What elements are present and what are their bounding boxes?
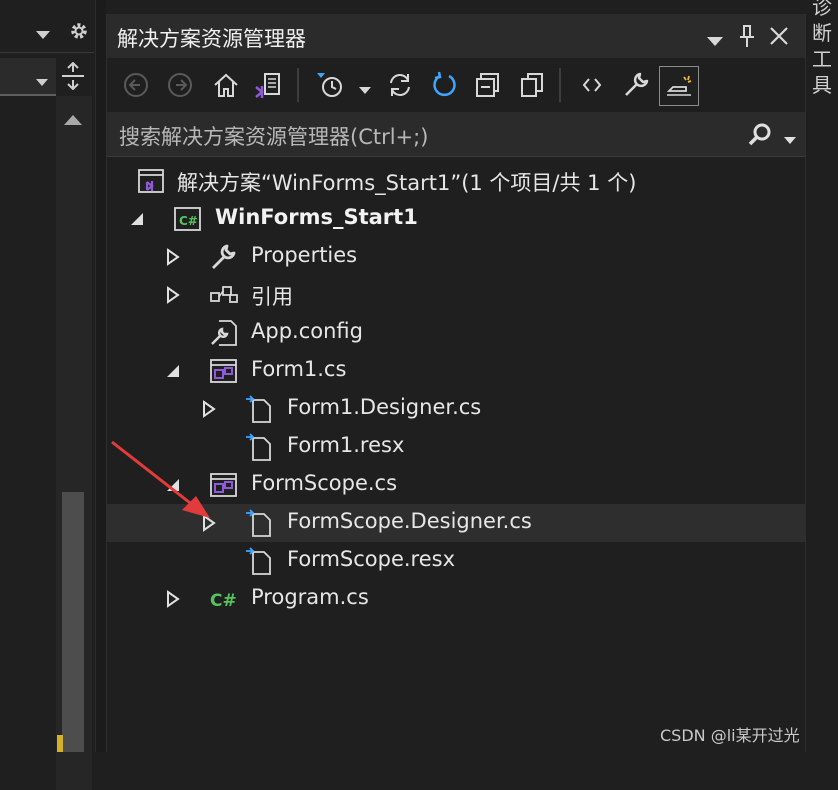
tree-item-project[interactable]: C# WinForms_Start1 [107,200,805,238]
solution-explorer-titlebar: 解决方案资源管理器 [107,14,805,58]
toolbar-separator [559,68,561,102]
left-panel-dropdown[interactable] [0,58,56,96]
diagnostic-tools-tab[interactable]: 诊断工具 [812,0,836,104]
file-icon [245,547,275,575]
collapsed-arrow-icon[interactable] [165,286,181,304]
solution-explorer-search[interactable]: 搜索解决方案资源管理器(Ctrl+;) [107,112,805,157]
change-marker [57,735,63,752]
toolbar-separator [297,68,299,102]
sync-icon [390,74,410,96]
tree-item-properties[interactable]: Properties [107,238,805,276]
svg-text:C#: C# [210,591,237,611]
gear-icon[interactable] [68,20,90,46]
tree-item-solution[interactable]: 解决方案“WinForms_Start1”(1 个项目/共 1 个) [107,162,805,200]
forward-arrow-icon [168,73,192,97]
forward-button[interactable] [161,66,199,104]
tree-item-label: FormScope.Designer.cs [287,509,532,533]
left-panel-header [0,14,94,53]
show-all-files-icon [521,73,543,97]
panel-splitter[interactable] [95,0,106,752]
solution-icon [137,167,167,195]
tree-item-formscope-resx[interactable]: FormScope.resx [107,542,805,580]
tree-item-label: Program.cs [251,585,369,609]
panel-title: 解决方案资源管理器 [117,27,306,51]
preview-icon [666,75,692,96]
watermark: CSDN @li某开过光 [660,726,800,745]
search-icon[interactable] [747,122,773,152]
sync-button[interactable] [381,66,419,104]
switch-views-button[interactable] [249,66,287,104]
view-code-button[interactable] [573,66,611,104]
references-icon [209,281,239,309]
solution-explorer-toolbar [107,58,805,112]
collapsed-arrow-icon[interactable] [201,400,217,418]
solution-explorer: 解决方案资源管理器 搜索解决方案资源管理器(Ctrl+;) 解决方案“WinFo… [106,14,806,752]
collapse-all-button[interactable] [469,66,507,104]
clock-filter-icon [317,73,342,97]
scroll-up-icon[interactable] [64,110,82,129]
config-icon [209,319,239,347]
expanded-arrow-icon[interactable] [129,210,145,228]
wrench-icon [625,72,649,96]
wrench-icon [209,243,239,271]
tree-item-label: WinForms_Start1 [215,205,418,229]
file-icon [245,395,275,423]
tree-item-form1[interactable]: Form1.cs [107,352,805,390]
tree-item-app-config[interactable]: App.config [107,314,805,352]
dropdown-arrow-icon[interactable] [784,130,796,149]
annotation-arrow [111,440,210,518]
csharp-file-icon: C# [209,585,239,613]
side-tab-label: 诊断工具 [812,0,832,97]
refresh-icon [433,71,456,97]
tree-item-form1-designer[interactable]: Form1.Designer.cs [107,390,805,428]
pending-changes-filter-button[interactable] [311,66,349,104]
tree-item-label: Form1.cs [251,357,347,381]
tree-item-references[interactable]: 引用 [107,276,805,314]
close-icon[interactable] [769,26,789,50]
tree-item-program[interactable]: C# Program.cs [107,580,805,618]
right-tool-strip: 诊断工具 [806,0,838,752]
dropdown-arrow-icon[interactable] [707,32,723,51]
vs-switch-icon [255,73,280,98]
search-input[interactable]: 搜索解决方案资源管理器(Ctrl+;) [119,121,428,151]
tree-item-label: FormScope.cs [251,471,398,495]
show-all-files-button[interactable] [513,66,551,104]
split-icon[interactable] [60,61,86,94]
tree-item-label: App.config [251,319,363,343]
form-icon [209,357,239,385]
dropdown-arrow-icon[interactable] [36,72,48,91]
expanded-arrow-icon[interactable] [165,362,181,380]
dropdown-arrow-icon[interactable] [359,80,371,99]
file-icon [245,509,275,537]
properties-button[interactable] [617,66,655,104]
dropdown-arrow-icon[interactable] [36,26,50,45]
tree-item-label: FormScope.resx [287,547,456,571]
file-icon [245,433,275,461]
collapsed-arrow-icon[interactable] [165,590,181,608]
code-brackets-icon [582,78,602,92]
back-arrow-icon [124,73,148,97]
scrollbar-thumb[interactable] [62,492,84,752]
left-panel [0,0,106,790]
pin-icon[interactable] [737,24,757,52]
tree-item-label: 解决方案“WinForms_Start1”(1 个项目/共 1 个) [177,171,637,195]
tree-item-label: Form1.resx [287,433,405,457]
collapsed-arrow-icon[interactable] [165,248,181,266]
refresh-button[interactable] [425,66,463,104]
home-icon [214,73,238,97]
tree-item-label: Form1.Designer.cs [287,395,482,419]
home-button[interactable] [207,66,245,104]
tree-item-label: 引用 [251,285,293,309]
tree-item-label: Properties [251,243,358,267]
preview-selected-button[interactable] [659,66,699,106]
csharp-project-icon: C# [173,205,203,233]
back-button[interactable] [117,66,155,104]
collapse-all-icon [476,73,499,97]
svg-text:C#: C# [179,214,198,228]
